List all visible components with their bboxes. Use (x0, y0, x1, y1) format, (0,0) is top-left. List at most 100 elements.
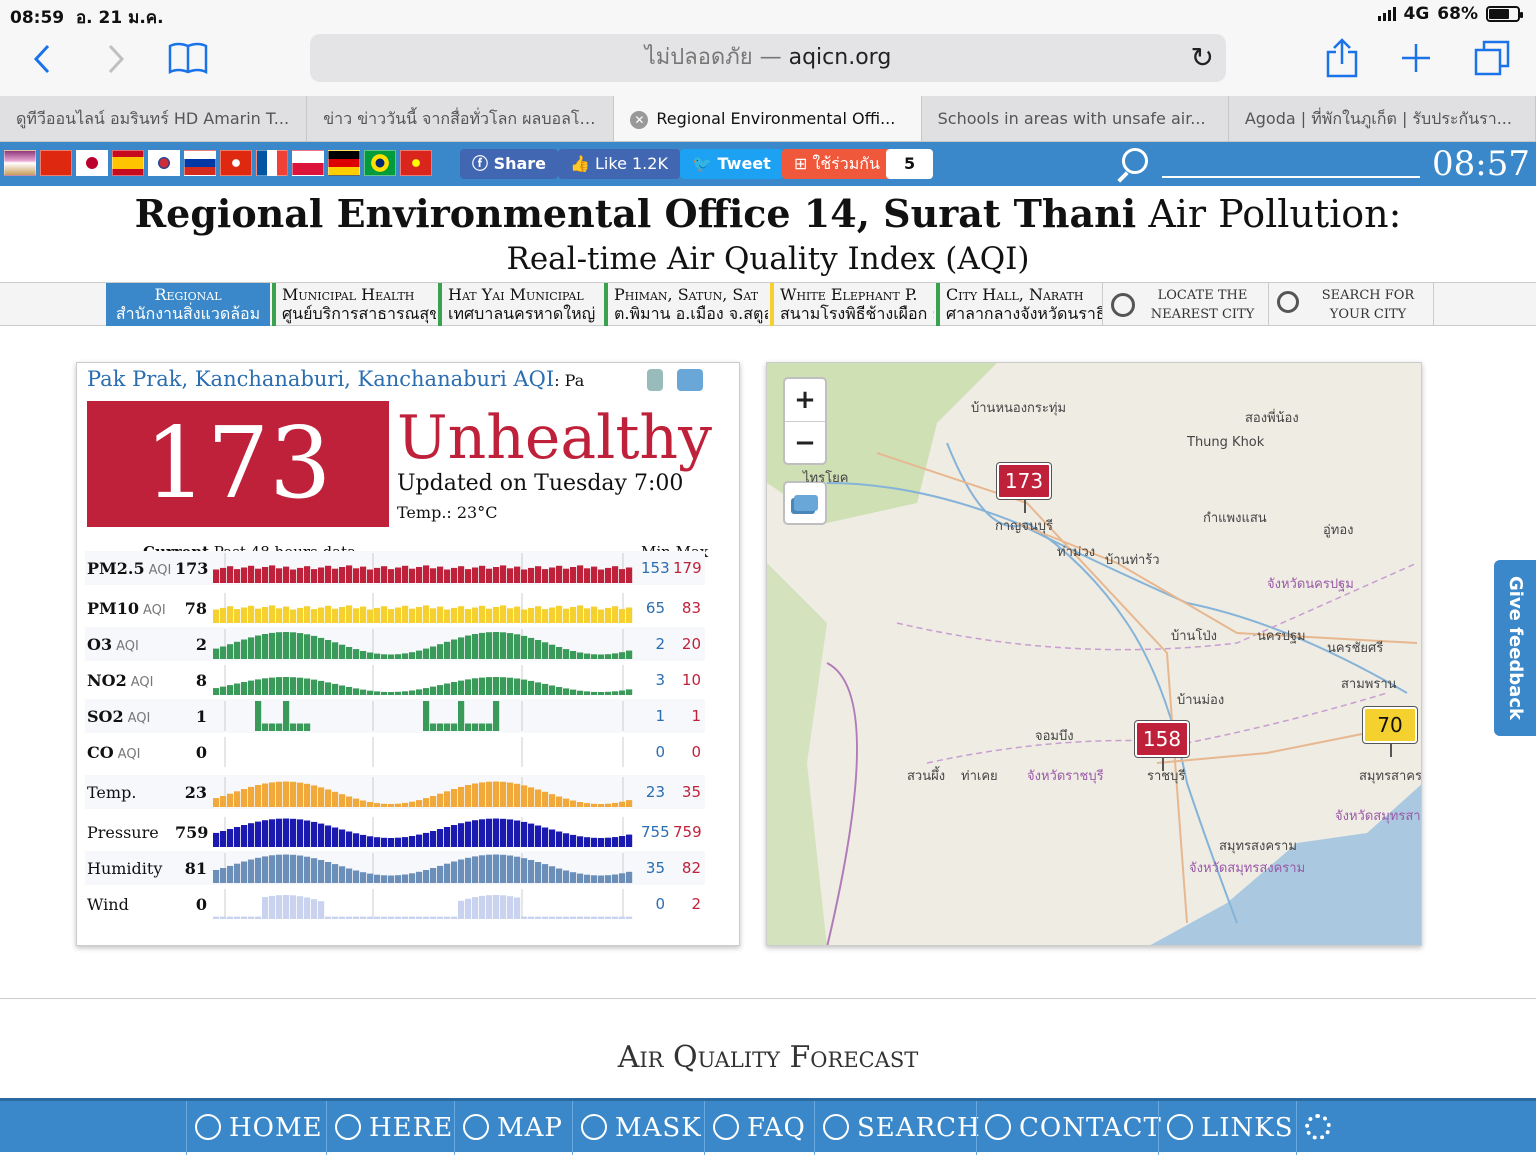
layers-tool-icon[interactable] (677, 369, 703, 391)
station-hat-yai[interactable]: Hat Yai Municipal เทศบาลนครหาดใหญ่ (438, 283, 602, 326)
flag-spain-icon[interactable] (112, 150, 144, 176)
city-title[interactable]: Pak Prak, Kanchanaburi, Kanchanaburi AQI… (87, 367, 584, 391)
flag-brazil-icon[interactable] (364, 150, 396, 176)
history-bar (430, 916, 437, 919)
flag-japan-icon[interactable] (76, 150, 108, 176)
flag-france-icon[interactable] (256, 150, 288, 176)
pollutant-row[interactable]: NO2 AQI 8 3 10 (85, 663, 705, 697)
nav-search[interactable]: SEARCH (814, 1101, 981, 1155)
tabs-overview-icon[interactable] (1474, 40, 1510, 76)
history-bar (213, 688, 220, 695)
settings-button[interactable] (1296, 1101, 1356, 1155)
history-bar (423, 798, 430, 807)
zoom-out-button[interactable]: − (785, 421, 825, 463)
min-value: 153 (641, 559, 670, 577)
history-bar (465, 723, 472, 731)
history-bar (332, 642, 339, 659)
history-bar (493, 781, 500, 807)
tab-agoda[interactable]: Agoda | ที่พักในภูเก็ต | รับประกันรา... (1229, 96, 1536, 141)
history-bar (556, 796, 563, 807)
flag-vietnam-icon[interactable] (400, 150, 432, 176)
pollutant-unit: AQI (148, 563, 172, 578)
station-white-elephant[interactable]: White Elephant P. สนามโรงพิธีช้างเผือก ย (770, 283, 934, 326)
history-bar (318, 860, 325, 883)
pollutant-row[interactable]: Temp. 23 23 35 (85, 775, 705, 809)
history-bar (612, 606, 619, 623)
give-feedback-button[interactable]: Give feedback (1494, 560, 1536, 736)
history-bar (514, 783, 521, 807)
tab-schools[interactable]: Schools in areas with unsafe air... (922, 96, 1229, 141)
tab-active-aqicn[interactable]: ✕ Regional Environmental Offi... (614, 96, 922, 141)
history-bar (500, 565, 507, 583)
nav-faq[interactable]: FAQ (704, 1101, 806, 1155)
map-place-label: สองพี่น้อง (1245, 411, 1299, 426)
history-bar (220, 646, 227, 659)
tweet-button[interactable]: 🐦 Tweet (680, 149, 783, 179)
pollutant-row[interactable]: Humidity 81 35 82 (85, 851, 705, 885)
bookmarks-icon[interactable] (168, 40, 208, 76)
pollutant-row[interactable]: Pressure 759 755 759 (85, 815, 705, 849)
history-bar (276, 608, 283, 623)
forward-icon[interactable] (104, 42, 128, 76)
nav-mask[interactable]: MASK (572, 1101, 702, 1155)
map-marker-ratchaburi[interactable]: 158 (1135, 721, 1189, 771)
station-phiman-satun[interactable]: Phiman, Satun, Sat ต.พิมาน อ.เมือง จ.สตูล (604, 283, 768, 326)
close-tab-icon[interactable]: ✕ (630, 110, 649, 129)
tab-amarin[interactable]: ดูทีวีออนไลน์ อมรินทร์ HD Amarin T... (0, 96, 308, 141)
locate-nearest-city-button[interactable]: Locate the nearest city (1102, 283, 1268, 326)
pollutant-row[interactable]: O3 AQI 2 2 20 (85, 627, 705, 661)
facebook-like-button[interactable]: 👍 Like 1.2K (558, 149, 680, 179)
nav-here[interactable]: HERE (326, 1101, 453, 1155)
flag-china-icon[interactable] (40, 150, 72, 176)
flag-russia-icon[interactable] (184, 150, 216, 176)
pollutant-row[interactable]: PM2.5 AQI 173 153 179 (85, 551, 705, 585)
map-marker-kanchanaburi[interactable]: 173 (997, 463, 1051, 513)
search-input[interactable] (1162, 176, 1420, 178)
history-bar (549, 916, 556, 919)
history-bar (479, 782, 486, 807)
flag-thai-icon[interactable] (4, 150, 36, 176)
history-bar (353, 916, 360, 919)
pollutant-row[interactable]: Wind 0 0 2 (85, 887, 705, 921)
flag-germany-icon[interactable] (328, 150, 360, 176)
zoom-in-button[interactable]: + (785, 379, 825, 421)
pollutant-row[interactable]: PM10 AQI 78 65 83 (85, 591, 705, 625)
nav-contact[interactable]: CONTACT (976, 1101, 1162, 1155)
search-icon[interactable] (1122, 148, 1148, 174)
thai-share-button[interactable]: ⊞ ใช้ร่วมกัน (782, 149, 892, 179)
flag-hongkong-icon[interactable] (220, 150, 252, 176)
map-place-label: สวนผึ้ง (907, 769, 946, 784)
nav-links[interactable]: LINKS (1158, 1101, 1294, 1155)
facebook-share-button[interactable]: ⓕ Share (460, 149, 559, 179)
history-sparkline (213, 777, 633, 807)
history-bar (458, 566, 465, 583)
wind-tool-icon[interactable] (647, 369, 663, 391)
history-bar (528, 860, 535, 883)
nav-map[interactable]: MAP (454, 1101, 563, 1155)
station-nav: Regional สำนักงานสิ่งแวดล้อม Municipal He… (0, 282, 1536, 326)
tab-news[interactable]: ข่าว ข่าววันนี้ จากสื่อทั่วโลก ผลบอลโล..… (307, 96, 615, 141)
history-bar (430, 568, 437, 583)
back-icon[interactable] (30, 42, 54, 76)
nav-home[interactable]: HOME (186, 1101, 323, 1155)
pollutant-row[interactable]: SO2 AQI 1 1 1 (85, 699, 705, 733)
station-municipal-health[interactable]: Municipal Health ศูนย์บริการสาธารณสุข (272, 283, 436, 326)
pollutant-row[interactable]: CO AQI 0 0 0 (85, 735, 705, 769)
history-bar (241, 861, 248, 883)
flag-korea-icon[interactable] (148, 150, 180, 176)
reload-icon[interactable]: ↻ (1191, 34, 1214, 82)
station-city-hall-narathiwat[interactable]: City Hall, Narath ศาลากลางจังหวัดนราธิ (936, 283, 1102, 326)
map-marker-samut-sakhon[interactable]: 70 (1363, 707, 1417, 757)
flag-poland-icon[interactable] (292, 150, 324, 176)
history-bar (367, 569, 374, 583)
new-tab-icon[interactable] (1400, 42, 1432, 74)
history-bar (465, 569, 472, 583)
share-icon[interactable] (1326, 38, 1358, 78)
pollutant-label: Humidity (87, 859, 162, 878)
address-bar[interactable]: ไม่ปลอดภัย — aqicn.org ↻ (310, 34, 1226, 82)
station-regional[interactable]: Regional สำนักงานสิ่งแวดล้อม (106, 283, 270, 326)
history-bar (605, 654, 612, 659)
search-city-button[interactable]: Search for your city (1268, 283, 1434, 326)
history-bar (402, 837, 409, 847)
aqi-map[interactable]: + − บ้านหนองกระทุ่ม สองพี่น้อง Thung Khok ไ… (766, 362, 1422, 946)
